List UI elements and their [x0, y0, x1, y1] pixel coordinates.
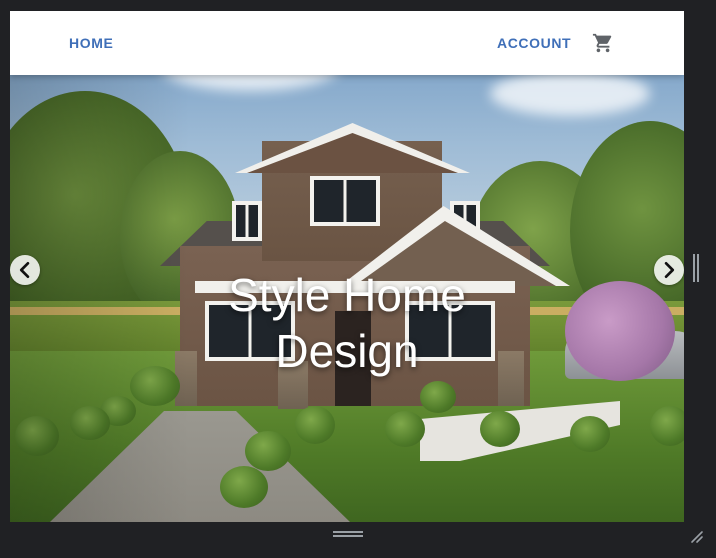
- hero-title: Style Home Design: [10, 267, 684, 379]
- shopping-cart-icon[interactable]: [592, 32, 614, 54]
- resize-grip-icon[interactable]: [688, 528, 704, 544]
- vertical-resize-handle[interactable]: [692, 254, 700, 282]
- hero-title-line-1: Style Home: [228, 269, 466, 321]
- nav-home-link[interactable]: HOME: [69, 11, 113, 75]
- chevron-left-icon: [19, 262, 30, 278]
- top-app-bar: HOME ACCOUNT: [10, 11, 684, 75]
- app-window: HOME ACCOUNT Style Home Design: [0, 0, 716, 558]
- carousel-prev-button[interactable]: [10, 255, 40, 285]
- page-viewport: HOME ACCOUNT Style Home Design: [10, 11, 684, 522]
- chevron-right-icon: [664, 262, 675, 278]
- horizontal-resize-handle[interactable]: [333, 530, 363, 538]
- nav-account-link[interactable]: ACCOUNT: [497, 11, 571, 75]
- carousel-next-button[interactable]: [654, 255, 684, 285]
- hero-title-line-2: Design: [275, 325, 419, 377]
